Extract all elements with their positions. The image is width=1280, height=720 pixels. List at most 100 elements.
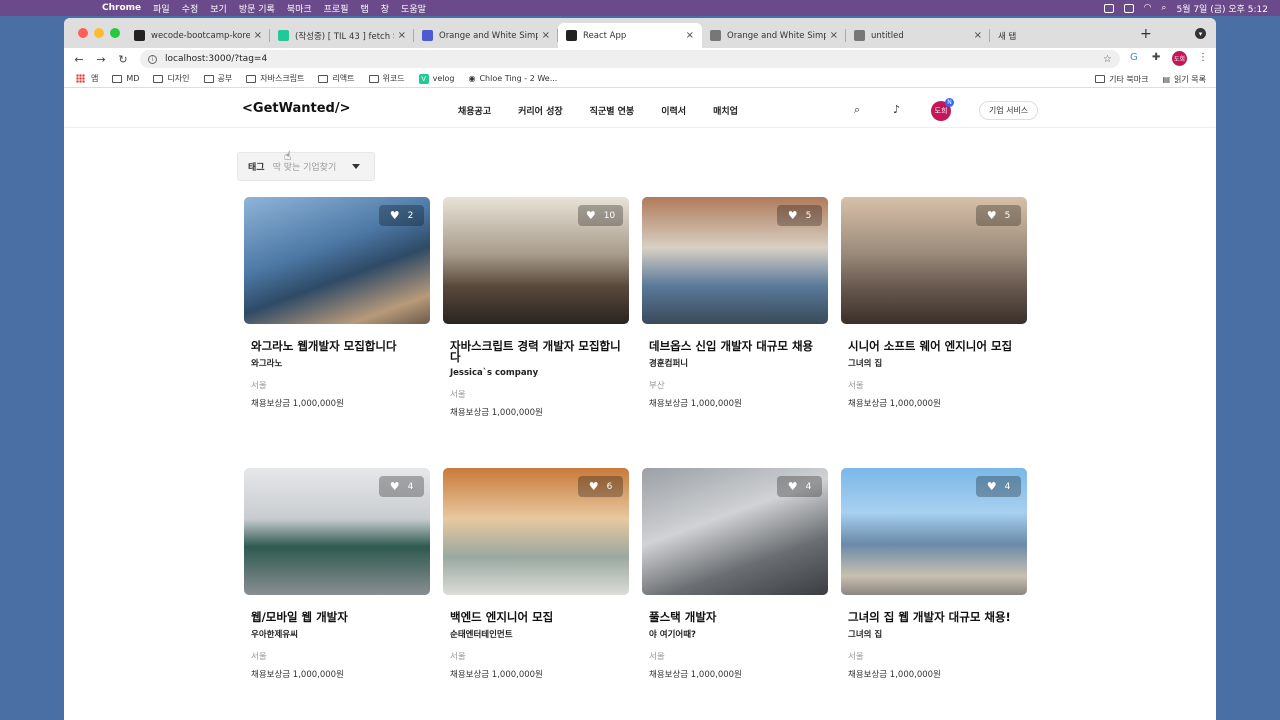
status-icon[interactable] bbox=[1103, 3, 1114, 13]
close-tab-icon[interactable]: × bbox=[542, 30, 550, 41]
tab-title: Orange and White Simple bbox=[439, 30, 538, 41]
tag-filter-select[interactable]: 태그 딱 맞는 기업찾기 bbox=[237, 152, 375, 181]
menu-profiles[interactable]: 프로필 bbox=[324, 2, 349, 15]
browser-tab[interactable]: wecode-bootcamp-korea × bbox=[126, 23, 270, 48]
minimize-window-button[interactable] bbox=[94, 28, 104, 38]
job-title[interactable]: 백엔드 엔지니어 모집 bbox=[450, 611, 622, 623]
like-button[interactable]: ♥ 5 bbox=[976, 205, 1021, 226]
menu-history[interactable]: 방문 기록 bbox=[239, 2, 275, 15]
job-card-image[interactable]: ♥ 5 bbox=[841, 197, 1027, 324]
bell-icon[interactable]: ♪ bbox=[893, 103, 900, 116]
browser-tab[interactable]: (작성중) [ TIL 43 ] fetch 의 × bbox=[270, 23, 414, 48]
job-card-image[interactable]: ♥ 4 bbox=[642, 468, 828, 595]
bookmark-other[interactable]: 기타 북마크 bbox=[1095, 74, 1148, 85]
profile-avatar[interactable]: 도희 bbox=[1172, 51, 1187, 66]
site-logo[interactable]: <GetWanted/> bbox=[242, 101, 350, 116]
back-arrow-icon[interactable]: ← bbox=[68, 53, 90, 66]
clock[interactable]: 5월 7일 (금) 오후 5:12 bbox=[1176, 2, 1268, 15]
nav-career-growth[interactable]: 커리어 성장 bbox=[518, 104, 563, 117]
like-button[interactable]: ♥ 6 bbox=[578, 476, 623, 497]
more-menu-icon[interactable]: ⋮ bbox=[1198, 52, 1208, 63]
menu-app-name[interactable]: Chrome bbox=[102, 3, 141, 13]
job-card[interactable]: ♥ 4 풀스택 개발자 야 여기어때? 서울 채용보상금 1,000,000원 bbox=[642, 468, 828, 680]
job-card-image[interactable]: ♥ 10 bbox=[443, 197, 629, 324]
browser-tab[interactable]: React App × bbox=[558, 23, 702, 48]
job-card-image[interactable]: ♥ 6 bbox=[443, 468, 629, 595]
close-tab-icon[interactable]: × bbox=[830, 30, 838, 41]
job-card[interactable]: ♥ 10 자바스크립트 경력 개발자 모집합니다 Jessica`s company 서… bbox=[443, 197, 629, 418]
job-card[interactable]: ♥ 5 데브옵스 신입 개발자 대규모 채용 경훈컴퍼니 부산 채용보상금 1,000,0… bbox=[642, 197, 828, 409]
bookmark-design[interactable]: 디자인 bbox=[153, 73, 190, 84]
browser-tab[interactable]: 새 탭 bbox=[990, 23, 1134, 48]
job-card-image[interactable]: ♥ 5 bbox=[642, 197, 828, 324]
menu-tab[interactable]: 탭 bbox=[360, 2, 368, 15]
wifi-icon[interactable]: ◠ bbox=[1144, 3, 1152, 13]
bookmark-wecode[interactable]: 위코드 bbox=[368, 73, 405, 84]
close-window-button[interactable] bbox=[78, 28, 88, 38]
zoom-window-button[interactable] bbox=[110, 28, 120, 38]
bookmark-star-icon[interactable]: ☆ bbox=[1103, 54, 1112, 65]
like-button[interactable]: ♥ 4 bbox=[777, 476, 822, 497]
notification-badge: N bbox=[945, 98, 954, 107]
job-card[interactable]: ♥ 2 와그라노 웹개발자 모집합니다 와그라노 서울 채용보상금 1,000,000원 bbox=[244, 197, 430, 409]
close-tab-icon[interactable]: × bbox=[974, 30, 982, 41]
search-icon[interactable]: ⌕ bbox=[1161, 3, 1166, 13]
job-title[interactable]: 웹/모바일 웹 개발자 bbox=[251, 611, 423, 623]
url-text[interactable]: localhost:3000/?tag=4 bbox=[165, 54, 267, 64]
like-button[interactable]: ♥ 4 bbox=[379, 476, 424, 497]
like-button[interactable]: ♥ 4 bbox=[976, 476, 1021, 497]
close-tab-icon[interactable]: × bbox=[254, 30, 262, 41]
site-info-icon[interactable]: i bbox=[148, 54, 157, 64]
job-card[interactable]: ♥ 4 웹/모바일 웹 개발자 우아한제유씨 서울 채용보상금 1,000,000원 bbox=[244, 468, 430, 680]
battery-icon[interactable] bbox=[1123, 3, 1134, 13]
like-button[interactable]: ♥ 10 bbox=[578, 205, 623, 226]
bookmark-apps[interactable]: 앱 bbox=[76, 73, 98, 84]
job-card[interactable]: ♥ 5 시니어 소프트 웨어 엔지니어 모집 그녀의 집 서울 채용보상금 1,000,0… bbox=[841, 197, 1027, 409]
bookmark-md[interactable]: MD bbox=[112, 74, 139, 83]
nav-salary[interactable]: 직군별 연봉 bbox=[590, 104, 635, 117]
job-title[interactable]: 와그라노 웹개발자 모집합니다 bbox=[251, 340, 423, 352]
nav-resume[interactable]: 이력서 bbox=[661, 104, 686, 117]
job-card-image[interactable]: ♥ 2 bbox=[244, 197, 430, 324]
new-tab-button[interactable]: + bbox=[1140, 26, 1152, 42]
bookmark-javascript[interactable]: 자바스크립트 bbox=[246, 73, 304, 84]
close-tab-icon[interactable]: × bbox=[398, 30, 406, 41]
job-card[interactable]: ♥ 6 백엔드 엔지니어 모집 순태엔터테인먼트 서울 채용보상금 1,000,000원 bbox=[443, 468, 629, 680]
extensions-icon[interactable]: ✚ bbox=[1152, 52, 1160, 63]
reading-list[interactable]: ▤ 읽기 목록 bbox=[1162, 74, 1206, 85]
menu-edit[interactable]: 수정 bbox=[182, 2, 199, 15]
velog-icon: V bbox=[418, 73, 429, 84]
job-title[interactable]: 그녀의 집 웹 개발자 대규모 채용! bbox=[848, 611, 1020, 623]
like-button[interactable]: ♥ 5 bbox=[777, 205, 822, 226]
like-button[interactable]: ♥ 2 bbox=[379, 205, 424, 226]
job-card[interactable]: ♥ 4 그녀의 집 웹 개발자 대규모 채용! 그녀의 집 서울 채용보상금 1,000,… bbox=[841, 468, 1027, 680]
menu-view[interactable]: 보기 bbox=[210, 2, 227, 15]
menu-window[interactable]: 창 bbox=[381, 2, 389, 15]
browser-tab[interactable]: untitled × bbox=[846, 23, 990, 48]
address-bar[interactable]: i localhost:3000/?tag=4 ☆ bbox=[140, 50, 1120, 68]
close-tab-icon[interactable]: × bbox=[686, 30, 694, 41]
menu-bookmarks[interactable]: 북마크 bbox=[287, 2, 312, 15]
bookmark-study[interactable]: 공부 bbox=[203, 73, 232, 84]
menu-help[interactable]: 도움말 bbox=[401, 2, 426, 15]
job-title[interactable]: 데브옵스 신입 개발자 대규모 채용 bbox=[649, 340, 821, 352]
reload-icon[interactable]: ↻ bbox=[112, 53, 134, 66]
menu-file[interactable]: 파일 bbox=[153, 2, 170, 15]
job-card-image[interactable]: ♥ 4 bbox=[244, 468, 430, 595]
browser-tab[interactable]: Orange and White Simple × bbox=[414, 23, 558, 48]
bookmark-chloe-ting[interactable]: ◉ Chloe Ting - 2 We... bbox=[468, 74, 557, 83]
job-title[interactable]: 시니어 소프트 웨어 엔지니어 모집 bbox=[848, 340, 1020, 352]
search-icon[interactable]: ⌕ bbox=[854, 103, 860, 117]
job-title[interactable]: 자바스크립트 경력 개발자 모집합니다 bbox=[450, 340, 622, 363]
nav-matchup[interactable]: 매치업 bbox=[713, 104, 738, 117]
browser-tab[interactable]: Orange and White Simple × bbox=[702, 23, 846, 48]
job-title[interactable]: 풀스택 개발자 bbox=[649, 611, 821, 623]
forward-arrow-icon[interactable]: → bbox=[90, 53, 112, 66]
translate-extension-icon[interactable]: G bbox=[1130, 52, 1138, 63]
tab-search-icon[interactable]: ▾ bbox=[1195, 28, 1206, 39]
bookmark-velog[interactable]: Vvelog bbox=[418, 73, 454, 84]
business-service-button[interactable]: 기업 서비스 bbox=[979, 101, 1038, 120]
nav-jobs[interactable]: 채용공고 bbox=[458, 104, 491, 117]
job-card-image[interactable]: ♥ 4 bbox=[841, 468, 1027, 595]
bookmark-react[interactable]: 리액트 bbox=[318, 73, 355, 84]
